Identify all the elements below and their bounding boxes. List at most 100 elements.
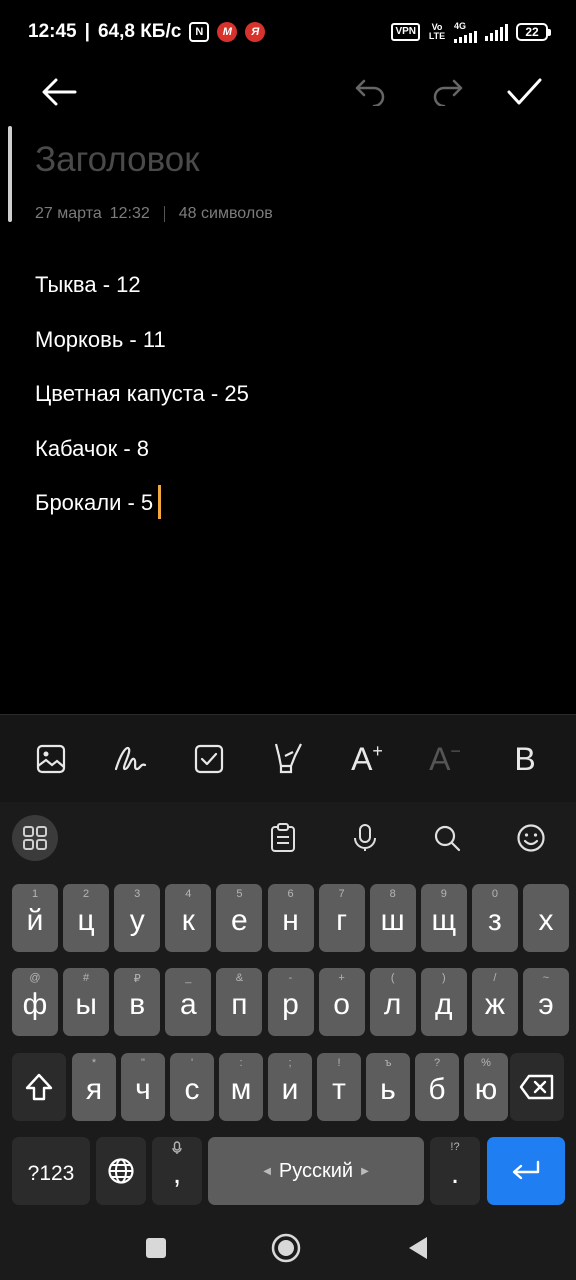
key-а[interactable]: _ а	[165, 968, 212, 1036]
note-line[interactable]: Кабачок - 8	[35, 432, 249, 487]
key-label: ?123	[27, 1162, 75, 1185]
grid-icon[interactable]	[12, 815, 58, 861]
key-г[interactable]: 7г	[318, 884, 365, 952]
key-hint: _	[185, 972, 192, 984]
key-щ[interactable]: 9щ	[420, 884, 467, 952]
key-ы[interactable]: # ы	[63, 968, 110, 1036]
key-я[interactable]: * я	[72, 1053, 116, 1121]
key-л[interactable]: (л	[369, 968, 416, 1036]
key-label: з	[488, 904, 502, 937]
note-line[interactable]: Цветная капуста - 25	[35, 377, 249, 432]
key-hint: )	[441, 972, 446, 984]
key-label: б	[428, 1073, 446, 1106]
key-ю[interactable]: % ю	[464, 1053, 508, 1121]
key-hint: 7	[338, 888, 345, 900]
key-label: с	[184, 1073, 200, 1106]
key-label: ш	[380, 904, 405, 937]
back-icon[interactable]	[398, 1228, 438, 1268]
enter-key[interactable]	[487, 1137, 565, 1205]
key-б[interactable]: ? б	[415, 1053, 459, 1121]
note-body-editor[interactable]: Тыква - 12 Морковь - 11 Цветная капуста …	[35, 268, 249, 541]
key-hint: !	[337, 1057, 341, 1069]
key-ц[interactable]: 2ц	[63, 884, 110, 952]
language-switch-key[interactable]	[96, 1137, 146, 1205]
search-icon[interactable]	[424, 815, 470, 861]
key-label: й	[26, 904, 44, 937]
key-hint: 6	[287, 888, 294, 900]
microphone-hint-icon	[152, 1141, 202, 1158]
shift-key[interactable]	[12, 1053, 66, 1121]
nfc-icon: N	[189, 22, 210, 42]
key-label: к	[181, 904, 195, 937]
key-и[interactable]: ; и	[268, 1053, 312, 1121]
key-в[interactable]: ₽ в	[114, 968, 161, 1036]
increase-font-button[interactable]: A +	[344, 737, 390, 781]
note-line-last[interactable]: Брокали - 5	[35, 485, 249, 541]
key-label: г	[336, 904, 348, 937]
undo-icon[interactable]	[346, 70, 394, 114]
key-ь[interactable]: ъь	[366, 1053, 410, 1121]
key-label: п	[231, 988, 248, 1021]
key-э[interactable]: ~ э	[523, 968, 569, 1036]
key-hint: @	[29, 972, 41, 984]
key-д[interactable]: ) д	[420, 968, 467, 1036]
decrease-font-button[interactable]: A −	[422, 737, 468, 781]
key-у[interactable]: 3у	[114, 884, 161, 952]
key-label: м	[230, 1073, 252, 1106]
period-key[interactable]: !?.	[430, 1137, 480, 1205]
backspace-key[interactable]	[510, 1053, 564, 1121]
decrease-font-letter: A	[429, 740, 451, 777]
key-hint: +	[338, 972, 345, 984]
note-line[interactable]: Тыква - 12	[35, 268, 249, 323]
key-ш[interactable]: 8ш	[369, 884, 416, 952]
key-о[interactable]: + о	[318, 968, 365, 1036]
key-hint: %	[481, 1057, 491, 1069]
key-hint: 3	[134, 888, 141, 900]
key-hint: *	[91, 1057, 97, 1069]
key-ч[interactable]: " ч	[121, 1053, 165, 1121]
key-hint: !?	[450, 1141, 460, 1153]
key-к[interactable]: 4к	[165, 884, 212, 952]
numbers-switch-key[interactable]: ?123	[12, 1137, 90, 1205]
key-м[interactable]: :м	[219, 1053, 263, 1121]
clipboard-icon[interactable]	[260, 815, 306, 861]
key-й[interactable]: 1й	[12, 884, 58, 952]
key-label: х	[538, 904, 554, 937]
emoji-icon[interactable]	[508, 815, 554, 861]
key-з[interactable]: 0з	[471, 884, 518, 952]
image-icon[interactable]	[28, 737, 74, 781]
key-п[interactable]: & п	[216, 968, 263, 1036]
key-с[interactable]: ' с	[170, 1053, 214, 1121]
scroll-indicator	[8, 126, 12, 222]
highlighter-icon[interactable]	[266, 737, 312, 781]
handwriting-icon[interactable]	[108, 737, 154, 781]
note-title-input[interactable]: Заголовок	[35, 140, 200, 180]
clock: 12:45	[28, 21, 77, 42]
key-label: р	[282, 988, 299, 1021]
comma-key[interactable]: ,	[152, 1137, 202, 1205]
recents-icon[interactable]	[136, 1228, 176, 1268]
battery-icon: 22	[516, 23, 551, 41]
key-р[interactable]: -р	[267, 968, 314, 1036]
key-н[interactable]: 6н	[267, 884, 314, 952]
key-т[interactable]: ! т	[317, 1053, 361, 1121]
microphone-icon[interactable]	[342, 815, 388, 861]
key-х[interactable]: х	[523, 884, 569, 952]
redo-icon[interactable]	[424, 70, 472, 114]
increase-font-sign: +	[372, 740, 383, 761]
text-caret	[158, 485, 162, 520]
note-line[interactable]: Морковь - 11	[35, 323, 249, 378]
check-icon[interactable]	[500, 70, 548, 114]
home-icon[interactable]	[266, 1228, 306, 1268]
key-е[interactable]: 5е	[216, 884, 263, 952]
checkbox-icon[interactable]	[186, 737, 232, 781]
key-ж[interactable]: / ж	[471, 968, 518, 1036]
back-arrow-icon[interactable]	[35, 70, 83, 114]
key-hint: -	[288, 972, 293, 984]
key-label: о	[333, 988, 350, 1021]
key-ф[interactable]: @ ф	[12, 968, 58, 1036]
space-key[interactable]: ◀ Русский ▶	[208, 1137, 424, 1205]
key-label: в	[129, 988, 146, 1021]
shift-icon	[25, 1073, 53, 1101]
bold-button[interactable]: B	[502, 737, 548, 781]
